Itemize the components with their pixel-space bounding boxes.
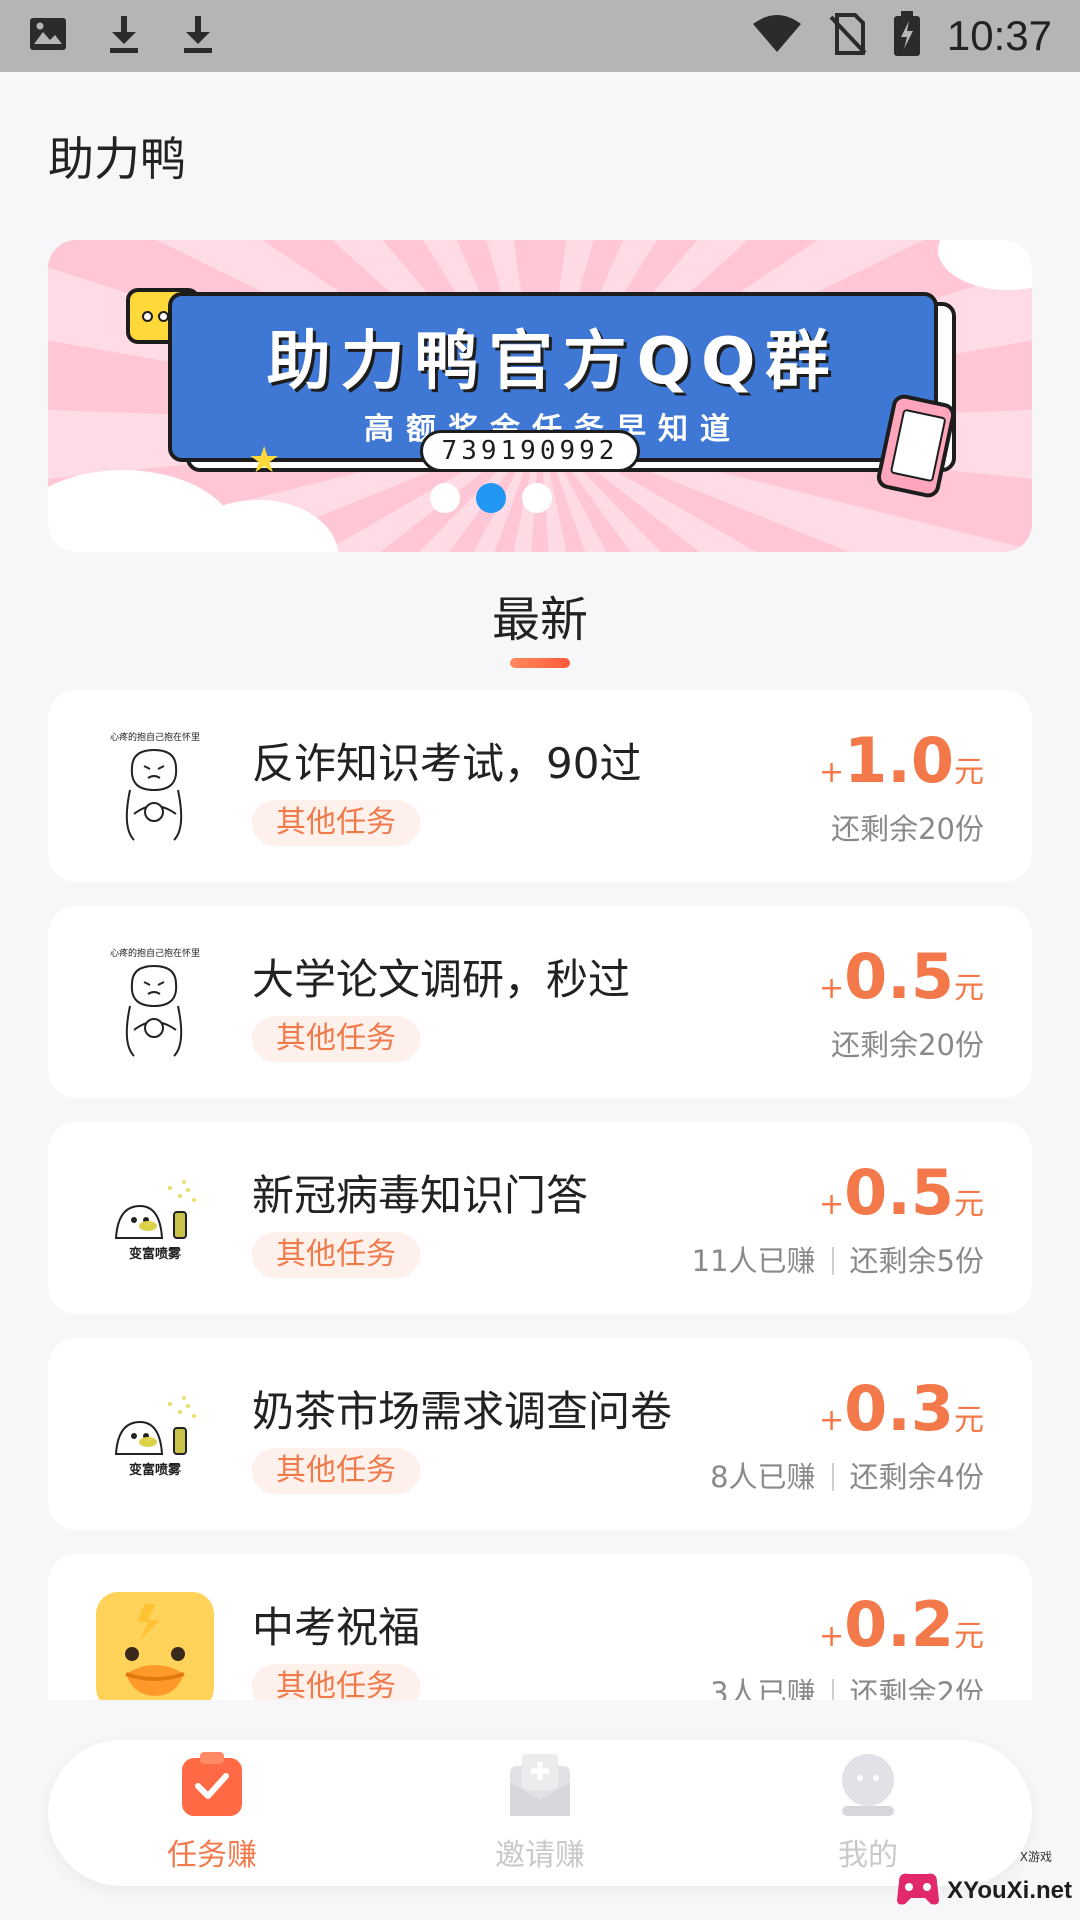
section-title: 最新 [491, 592, 588, 648]
carousel-dots [48, 483, 1032, 513]
task-remaining: 还剩余20份 [831, 812, 984, 846]
section-tab-latest[interactable]: 最新 [0, 580, 1080, 668]
reward-unit: 元 [954, 1403, 984, 1438]
nav-item-tasks[interactable]: 任务赚 [48, 1740, 376, 1886]
battery-charging-icon [893, 11, 921, 61]
task-card[interactable]: 变富喷雾 新冠病毒知识门答 其他任务 +0.5元 11人已赚 还剩余5份 [48, 1122, 1032, 1314]
task-title: 中考祝福 [252, 1603, 421, 1652]
task-title: 奶茶市场需求调查问卷 [252, 1387, 673, 1436]
task-title: 新冠病毒知识门答 [252, 1171, 589, 1220]
meme-spray-thumb: 变富喷雾 [96, 1376, 214, 1494]
task-reward: +0.5元 [819, 1156, 984, 1229]
task-earned: 8人已赚 [710, 1460, 816, 1494]
reward-unit: 元 [954, 1187, 984, 1222]
cloud-decoration [938, 240, 1032, 290]
download-icon [106, 14, 142, 58]
task-tag: 其他任务 [252, 1448, 420, 1494]
nav-label-invite: 邀请赚 [495, 1838, 585, 1873]
status-time: 10:37 [946, 12, 1052, 59]
reward-plus: + [819, 1187, 845, 1222]
qq-number: 739190992 [420, 430, 640, 472]
reward-amount: 1.0 [844, 724, 954, 797]
task-reward: +0.5元 [819, 940, 984, 1013]
task-meta: 11人已赚 还剩余5份 [692, 1238, 984, 1280]
reward-amount: 0.5 [844, 1156, 954, 1229]
task-reward: +1.0元 [819, 724, 984, 797]
task-earned: 11人已赚 [691, 1244, 816, 1278]
profile-icon [836, 1752, 900, 1822]
watermark-text: XYouXi.net [947, 1877, 1072, 1904]
no-sim-icon [829, 13, 867, 59]
carousel-dot-active[interactable] [476, 483, 506, 513]
image-icon [28, 16, 68, 56]
reward-amount: 0.2 [844, 1588, 954, 1661]
divider [831, 1247, 834, 1275]
watermark: X游戏 XYouXi.net [895, 1850, 1072, 1912]
svg-text:心疼的抱自己抱在怀里: 心疼的抱自己抱在怀里 [110, 947, 200, 959]
svg-text:变富喷雾: 变富喷雾 [129, 1462, 182, 1478]
task-reward: +0.3元 [819, 1372, 984, 1445]
gamepad-logo-icon [895, 1870, 941, 1912]
reward-plus: + [819, 755, 845, 790]
star-icon: ★ [248, 440, 281, 481]
nav-item-mine[interactable]: 我的 [704, 1740, 1032, 1886]
meme-hug-thumb: 心疼的抱自己抱在怀里 [96, 728, 214, 846]
task-remaining: 还剩余5份 [849, 1244, 984, 1278]
task-title: 反诈知识考试，90过 [252, 739, 642, 788]
bottom-nav: 任务赚 邀请赚 我的 [48, 1740, 1032, 1886]
promo-banner[interactable]: 助力鸭官方QQ群 高额奖金任务早知道 739190992 ★ [48, 240, 1032, 552]
wifi-icon [751, 14, 803, 58]
reward-amount: 0.3 [844, 1372, 954, 1445]
banner-title: 助力鸭官方QQ群 [266, 325, 840, 399]
svg-text:心疼的抱自己抱在怀里: 心疼的抱自己抱在怀里 [110, 731, 200, 743]
app-header: 助力鸭 [0, 72, 1080, 240]
reward-plus: + [819, 1619, 845, 1654]
task-remaining: 还剩余20份 [831, 1028, 984, 1062]
status-bar: 10:37 [0, 0, 1080, 72]
task-card[interactable]: 心疼的抱自己抱在怀里大学论文调研，秒过 其他任务 +0.5元还剩余20份 [48, 906, 1032, 1098]
task-card[interactable]: 心疼的抱自己抱在怀里反诈知识考试，90过 其他任务 +1.0元还剩余20份 [48, 690, 1032, 882]
task-card[interactable]: 变富喷雾 奶茶市场需求调查问卷 其他任务 +0.3元 8人已赚 还剩余4份 [48, 1338, 1032, 1530]
nav-item-invite[interactable]: 邀请赚 [376, 1740, 704, 1886]
invite-envelope-icon [508, 1752, 572, 1822]
task-title: 大学论文调研，秒过 [252, 955, 631, 1004]
task-reward: +0.2元 [819, 1588, 984, 1661]
section-underline [510, 658, 570, 668]
download-icon [180, 14, 216, 58]
task-tag: 其他任务 [252, 1232, 420, 1278]
reward-unit: 元 [954, 1619, 984, 1654]
reward-plus: + [819, 971, 845, 1006]
task-meta: 还剩余20份 [831, 806, 984, 848]
task-clipboard-icon [180, 1752, 244, 1822]
task-meta: 8人已赚 还剩余4份 [710, 1454, 984, 1496]
page-title: 助力鸭 [48, 132, 186, 186]
reward-plus: + [819, 1403, 845, 1438]
task-tag: 其他任务 [252, 1016, 420, 1062]
task-remaining: 还剩余4份 [849, 1460, 984, 1494]
meme-hug-thumb: 心疼的抱自己抱在怀里 [96, 944, 214, 1062]
divider [831, 1463, 834, 1491]
task-list: 心疼的抱自己抱在怀里 反诈知识考试，90过 其他任务 +1.0元 还剩余20份 心疼的抱自… [48, 690, 1032, 1770]
nav-label-mine: 我的 [838, 1838, 898, 1873]
watermark-small: X游戏 [1019, 1850, 1052, 1864]
task-tag: 其他任务 [252, 800, 420, 846]
reward-amount: 0.5 [844, 940, 954, 1013]
carousel-dot[interactable] [430, 483, 460, 513]
reward-unit: 元 [954, 971, 984, 1006]
meme-spray-thumb: 变富喷雾 [96, 1160, 214, 1278]
carousel-dot[interactable] [522, 483, 552, 513]
task-meta: 还剩余20份 [831, 1022, 984, 1064]
svg-text:变富喷雾: 变富喷雾 [129, 1246, 182, 1262]
reward-unit: 元 [954, 755, 984, 790]
nav-label-tasks: 任务赚 [167, 1838, 257, 1873]
duck-app-thumb [96, 1592, 214, 1710]
